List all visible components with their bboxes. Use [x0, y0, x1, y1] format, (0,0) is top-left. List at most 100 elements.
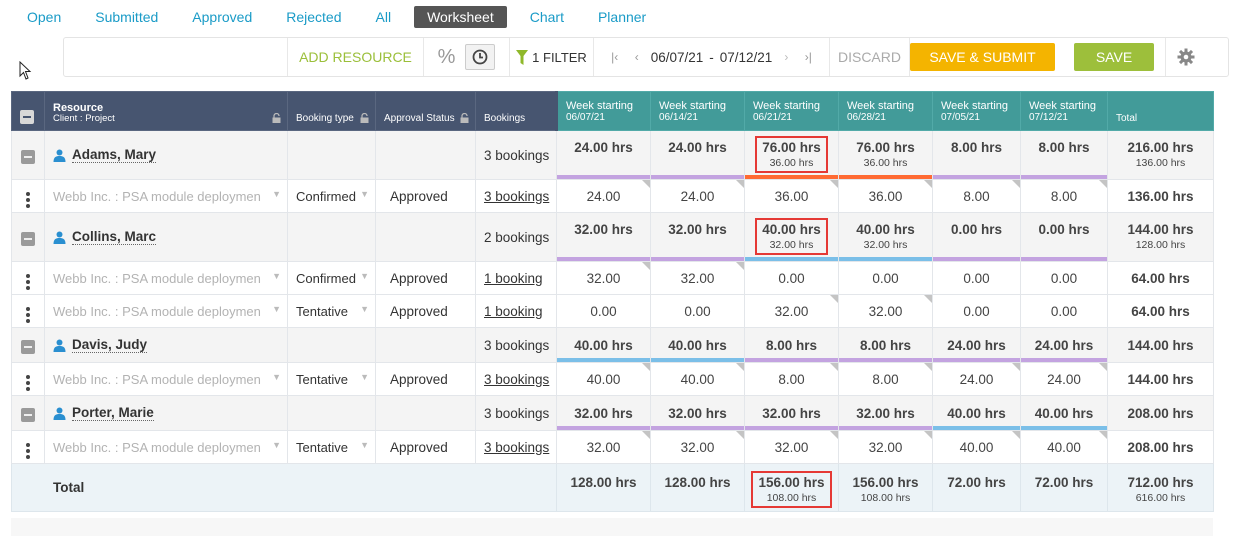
- client-project-select[interactable]: Webb Inc. : PSA module deploymen ▼: [46, 189, 287, 204]
- week-column-header[interactable]: Week starting 06/07/21: [555, 91, 651, 131]
- booking-type-column-header[interactable]: Booking type: [287, 91, 376, 131]
- week-hours-input[interactable]: 0.00: [932, 261, 1021, 295]
- week-summary-cell[interactable]: 32.00 hrs: [650, 212, 745, 262]
- week-column-header[interactable]: Week starting 06/28/21: [838, 91, 933, 131]
- week-summary-cell[interactable]: 40.00 hrs 32.00 hrs: [744, 212, 839, 262]
- save-button[interactable]: SAVE: [1074, 43, 1154, 71]
- week-hours-input[interactable]: 32.00: [744, 430, 839, 464]
- week-hours-input[interactable]: 0.00: [650, 294, 745, 328]
- previous-period-icon[interactable]: ‹: [626, 50, 648, 64]
- client-project-select[interactable]: Webb Inc. : PSA module deploymen ▼: [46, 304, 287, 319]
- lock-icon[interactable]: [360, 113, 369, 123]
- week-hours-input[interactable]: 24.00: [1020, 362, 1108, 396]
- week-summary-cell[interactable]: 40.00 hrs: [1020, 395, 1108, 431]
- tab-rejected[interactable]: Rejected: [275, 6, 352, 28]
- week-hours-input[interactable]: 36.00: [838, 179, 933, 213]
- week-summary-cell[interactable]: 76.00 hrs 36.00 hrs: [838, 130, 933, 180]
- booking-type-select[interactable]: Confirmed ▼: [289, 271, 375, 286]
- booking-type-cell[interactable]: Confirmed ▼: [287, 179, 376, 213]
- client-project-select[interactable]: Webb Inc. : PSA module deploymen ▼: [46, 440, 287, 455]
- week-summary-cell[interactable]: 24.00 hrs: [1020, 327, 1108, 363]
- week-summary-cell[interactable]: 32.00 hrs: [650, 395, 745, 431]
- add-resource-button[interactable]: ADD RESOURCE: [287, 38, 423, 76]
- week-column-header[interactable]: Week starting 07/12/21: [1020, 91, 1108, 131]
- row-menu-button[interactable]: [11, 430, 45, 464]
- bookings-link[interactable]: 3 bookings: [475, 430, 557, 464]
- week-summary-cell[interactable]: 76.00 hrs 36.00 hrs: [744, 130, 839, 180]
- lock-icon[interactable]: [460, 113, 469, 123]
- tab-worksheet[interactable]: Worksheet: [414, 6, 507, 28]
- week-hours-input[interactable]: 8.00: [1020, 179, 1108, 213]
- date-from[interactable]: 06/07/21: [648, 50, 707, 65]
- collapse-group-button[interactable]: [11, 327, 45, 363]
- week-column-header[interactable]: Week starting 07/05/21: [932, 91, 1021, 131]
- bookings-column-header[interactable]: Bookings: [475, 91, 557, 131]
- dropdown-caret-icon[interactable]: ▼: [360, 304, 369, 319]
- week-hours-input[interactable]: 0.00: [556, 294, 651, 328]
- collapse-group-button[interactable]: [11, 395, 45, 431]
- week-hours-input[interactable]: 32.00: [744, 294, 839, 328]
- booking-type-cell[interactable]: Tentative ▼: [287, 294, 376, 328]
- resource-name-link[interactable]: Davis, Judy: [72, 337, 148, 353]
- resource-name-link[interactable]: Porter, Marie: [72, 405, 154, 421]
- collapse-all-button[interactable]: [11, 91, 45, 131]
- bookings-link[interactable]: 3 bookings: [475, 179, 557, 213]
- dropdown-caret-icon[interactable]: ▼: [360, 271, 369, 286]
- dropdown-caret-icon[interactable]: ▼: [272, 189, 281, 204]
- save-and-submit-button[interactable]: SAVE & SUBMIT: [910, 43, 1055, 71]
- resource-name-link[interactable]: Adams, Mary: [72, 147, 157, 163]
- week-hours-input[interactable]: 40.00: [650, 362, 745, 396]
- tab-chart[interactable]: Chart: [519, 6, 575, 28]
- week-hours-input[interactable]: 0.00: [1020, 261, 1108, 295]
- booking-type-cell[interactable]: Tentative ▼: [287, 430, 376, 464]
- week-hours-input[interactable]: 32.00: [838, 294, 933, 328]
- resource-column-header[interactable]: Resource Client : Project: [44, 91, 288, 131]
- week-summary-cell[interactable]: 32.00 hrs: [556, 395, 651, 431]
- week-column-header[interactable]: Week starting 06/14/21: [650, 91, 745, 131]
- week-summary-cell[interactable]: 8.00 hrs: [1020, 130, 1108, 180]
- week-hours-input[interactable]: 8.00: [932, 179, 1021, 213]
- week-hours-input[interactable]: 0.00: [744, 261, 839, 295]
- row-menu-button[interactable]: [11, 179, 45, 213]
- week-hours-input[interactable]: 0.00: [1020, 294, 1108, 328]
- client-project-cell[interactable]: Webb Inc. : PSA module deploymen ▼: [44, 261, 288, 295]
- week-hours-input[interactable]: 40.00: [932, 430, 1021, 464]
- dropdown-caret-icon[interactable]: ▼: [360, 189, 369, 204]
- hours-mode-button[interactable]: [465, 44, 496, 70]
- total-column-header[interactable]: Total: [1107, 91, 1214, 131]
- discard-button[interactable]: DISCARD: [829, 38, 909, 76]
- row-menu-button[interactable]: [11, 362, 45, 396]
- week-summary-cell[interactable]: 40.00 hrs: [650, 327, 745, 363]
- resource-name-link[interactable]: Collins, Marc: [72, 229, 157, 245]
- booking-type-select[interactable]: Tentative ▼: [289, 372, 375, 387]
- week-hours-input[interactable]: 0.00: [932, 294, 1021, 328]
- booking-type-select[interactable]: Tentative ▼: [289, 440, 375, 455]
- week-hours-input[interactable]: 40.00: [1020, 430, 1108, 464]
- week-hours-input[interactable]: 32.00: [838, 430, 933, 464]
- week-hours-input[interactable]: 24.00: [932, 362, 1021, 396]
- dropdown-caret-icon[interactable]: ▼: [360, 372, 369, 387]
- tab-submitted[interactable]: Submitted: [84, 6, 169, 28]
- week-summary-cell[interactable]: 0.00 hrs: [932, 212, 1021, 262]
- client-project-cell[interactable]: Webb Inc. : PSA module deploymen ▼: [44, 294, 288, 328]
- week-hours-input[interactable]: 8.00: [744, 362, 839, 396]
- client-project-cell[interactable]: Webb Inc. : PSA module deploymen ▼: [44, 362, 288, 396]
- tab-all[interactable]: All: [365, 6, 403, 28]
- first-period-icon[interactable]: |‹: [604, 50, 626, 64]
- last-period-icon[interactable]: ›|: [797, 50, 819, 64]
- booking-type-select[interactable]: Tentative ▼: [289, 304, 375, 319]
- tab-planner[interactable]: Planner: [587, 6, 657, 28]
- week-hours-input[interactable]: 36.00: [744, 179, 839, 213]
- week-summary-cell[interactable]: 24.00 hrs: [650, 130, 745, 180]
- dropdown-caret-icon[interactable]: ▼: [272, 304, 281, 319]
- week-summary-cell[interactable]: 24.00 hrs: [932, 327, 1021, 363]
- dropdown-caret-icon[interactable]: ▼: [360, 440, 369, 455]
- approval-status-column-header[interactable]: Approval Status: [375, 91, 476, 131]
- week-summary-cell[interactable]: 40.00 hrs: [932, 395, 1021, 431]
- dropdown-caret-icon[interactable]: ▼: [272, 440, 281, 455]
- week-summary-cell[interactable]: 0.00 hrs: [1020, 212, 1108, 262]
- week-summary-cell[interactable]: 40.00 hrs: [556, 327, 651, 363]
- filter-button[interactable]: 1 FILTER: [509, 38, 593, 76]
- date-to[interactable]: 07/12/21: [717, 50, 776, 65]
- row-menu-button[interactable]: [11, 294, 45, 328]
